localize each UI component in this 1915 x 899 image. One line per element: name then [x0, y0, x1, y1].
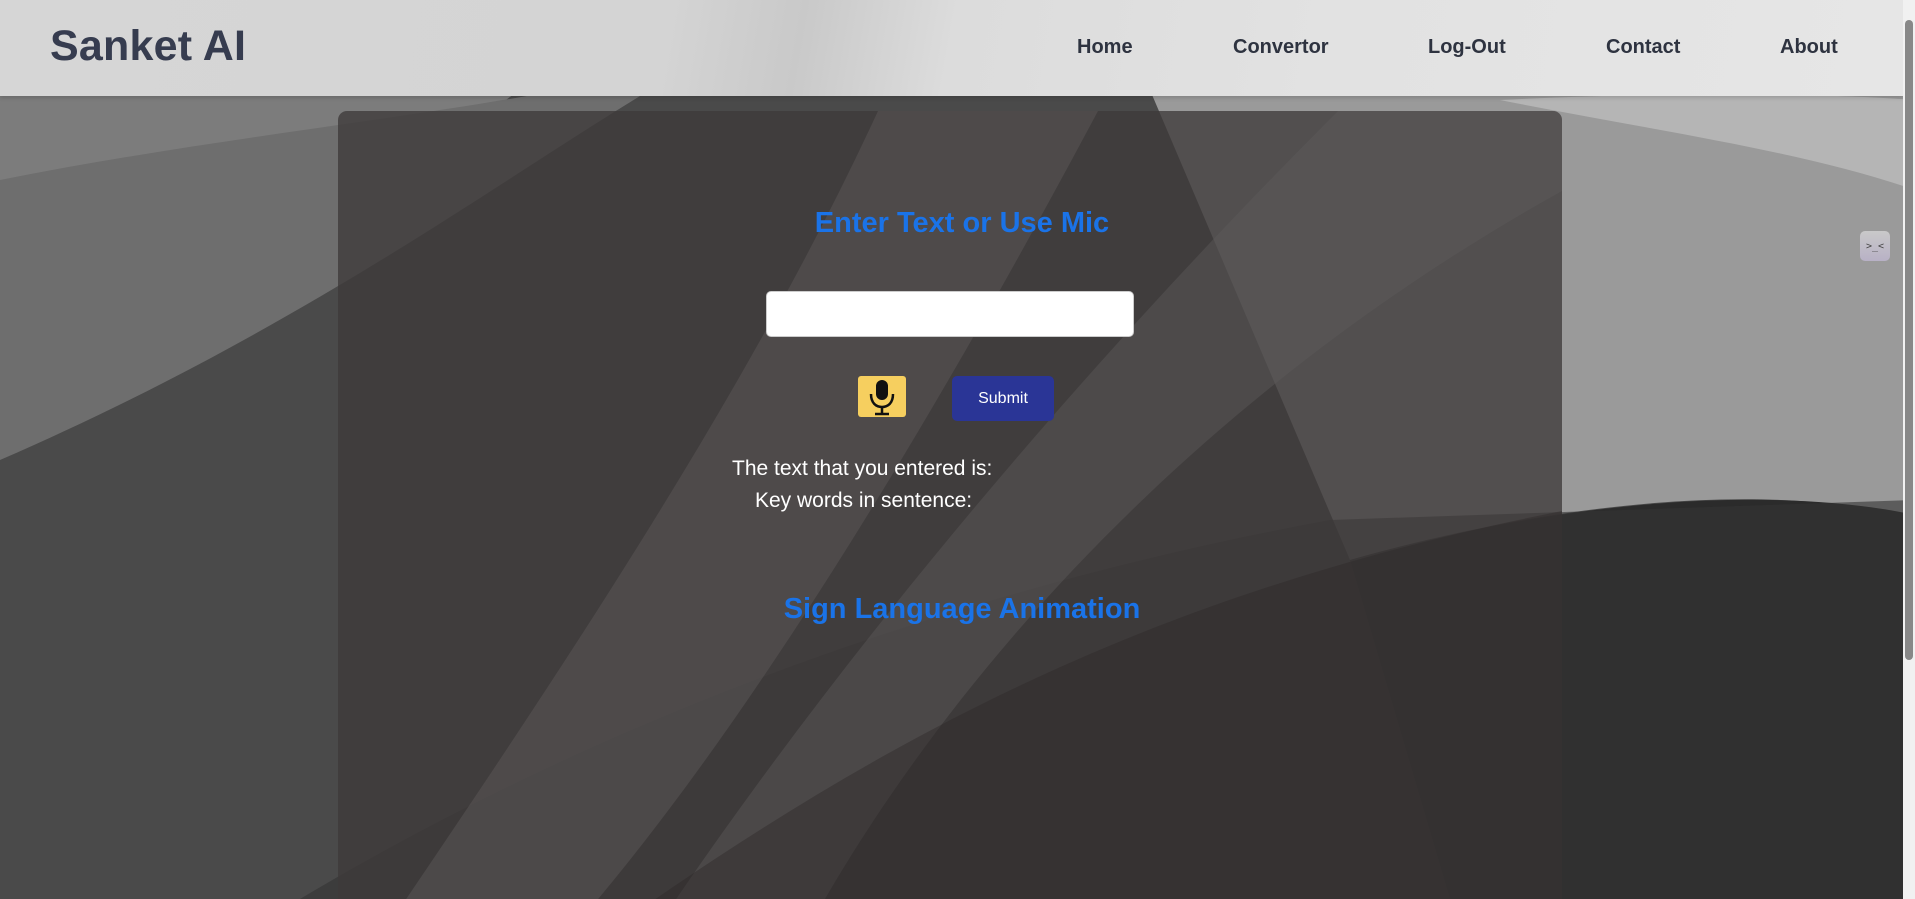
- converter-panel: Enter Text or Use Mic Submit The text th…: [338, 111, 1562, 899]
- entered-text-label: The text that you entered is:: [732, 457, 993, 480]
- microphone-icon: [869, 379, 895, 415]
- keywords-label: Key words in sentence:: [755, 489, 973, 512]
- submit-button[interactable]: Submit: [952, 376, 1054, 421]
- input-heading: Enter Text or Use Mic: [814, 207, 1110, 239]
- nav-link-contact[interactable]: Contact: [1606, 36, 1680, 59]
- nav-link-about[interactable]: About: [1780, 36, 1838, 59]
- page-scrollbar[interactable]: [1903, 0, 1915, 899]
- top-navbar: Sanket AI Home Convertor Log-Out Contact…: [0, 0, 1903, 96]
- nav-links: Home Convertor Log-Out Contact About: [0, 36, 1903, 60]
- nav-link-home[interactable]: Home: [1077, 36, 1133, 59]
- text-input[interactable]: [766, 291, 1134, 337]
- animation-heading: Sign Language Animation: [783, 593, 1141, 625]
- mic-button[interactable]: [858, 376, 906, 417]
- extension-icon[interactable]: >_<: [1860, 231, 1890, 261]
- nav-link-convertor[interactable]: Convertor: [1233, 36, 1329, 59]
- scrollbar-thumb[interactable]: [1905, 20, 1913, 660]
- nav-link-logout[interactable]: Log-Out: [1428, 36, 1506, 59]
